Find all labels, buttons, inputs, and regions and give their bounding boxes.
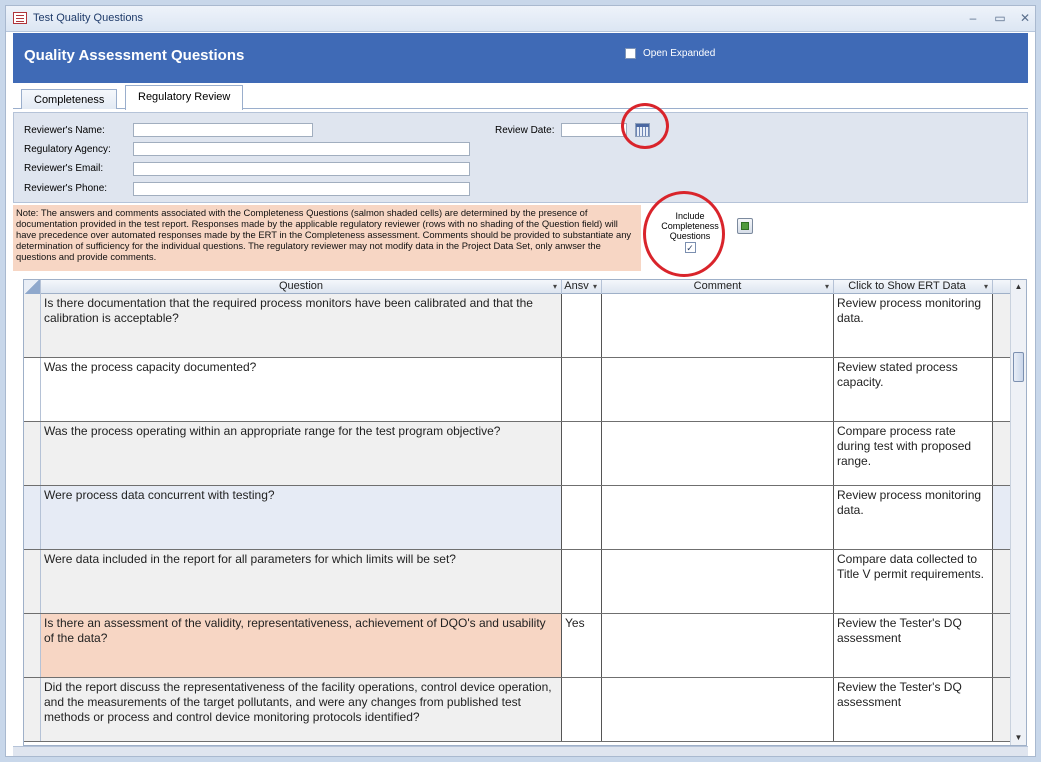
reviewer-phone-label: Reviewer's Phone:: [24, 183, 108, 194]
tab-regulatory-review[interactable]: Regulatory Review: [125, 85, 244, 110]
window-title: Test Quality Questions: [33, 12, 144, 24]
regulatory-agency-label: Regulatory Agency:: [24, 144, 111, 155]
ert-data-cell[interactable]: Review process monitoring data.: [834, 294, 993, 357]
question-cell[interactable]: Is there an assessment of the validity, …: [41, 614, 562, 677]
scroll-up-icon[interactable]: ▲: [1011, 280, 1026, 294]
open-expanded-toggle[interactable]: Open Expanded: [625, 48, 715, 59]
question-cell[interactable]: Was the process capacity documented?: [41, 358, 562, 421]
question-cell[interactable]: Was the process operating within an appr…: [41, 422, 562, 485]
status-bar: [13, 746, 1028, 756]
column-header-question-label: Question: [278, 280, 324, 292]
vertical-scrollbar[interactable]: ▲ ▼: [1010, 280, 1026, 745]
review-date-label: Review Date:: [495, 125, 555, 136]
scroll-down-icon[interactable]: ▼: [1011, 731, 1026, 745]
open-expanded-label: Open Expanded: [643, 48, 716, 59]
comment-cell[interactable]: [602, 678, 834, 741]
answer-cell[interactable]: [562, 486, 602, 549]
row-selector[interactable]: [24, 294, 41, 357]
table-row[interactable]: Is there an assessment of the validity, …: [24, 614, 1011, 678]
answer-cell[interactable]: [562, 422, 602, 485]
question-cell[interactable]: Were process data concurrent with testin…: [41, 486, 562, 549]
refresh-button[interactable]: [737, 218, 753, 234]
table-row[interactable]: Were process data concurrent with testin…: [24, 486, 1011, 550]
chevron-down-icon[interactable]: ▾: [593, 280, 597, 293]
table-row[interactable]: Is there documentation that the required…: [24, 294, 1011, 358]
ert-data-cell[interactable]: Review process monitoring data.: [834, 486, 993, 549]
answer-cell[interactable]: Yes: [562, 614, 602, 677]
maximize-icon[interactable]: ▭: [993, 11, 1007, 25]
review-date-field[interactable]: [561, 123, 627, 137]
column-header-comment-label: Comment: [693, 280, 742, 292]
answer-cell[interactable]: [562, 294, 602, 357]
row-selector[interactable]: [24, 422, 41, 485]
ert-data-cell[interactable]: Compare data collected to Title V permit…: [834, 550, 993, 613]
form-header: Quality Assessment Questions Open Expand…: [13, 33, 1028, 83]
scrollbar-thumb[interactable]: [1013, 352, 1024, 382]
select-all-corner[interactable]: [24, 280, 41, 294]
reviewer-email-label: Reviewer's Email:: [24, 163, 104, 174]
chevron-down-icon[interactable]: ▾: [553, 280, 557, 293]
ert-data-cell[interactable]: Review the Tester's DQ assessment: [834, 678, 993, 741]
form-icon: [13, 12, 27, 24]
annotation-circle-calendar: [621, 103, 669, 149]
tab-completeness[interactable]: Completeness: [21, 89, 118, 109]
regulatory-agency-field[interactable]: [133, 142, 470, 156]
question-cell[interactable]: Did the report discuss the representativ…: [41, 678, 562, 741]
ert-data-cell[interactable]: Review stated process capacity.: [834, 358, 993, 421]
reviewer-phone-field[interactable]: [133, 182, 470, 196]
column-header-answer[interactable]: Ansv ▾: [562, 280, 602, 294]
table-row[interactable]: Was the process operating within an appr…: [24, 422, 1011, 486]
reviewer-name-field[interactable]: [133, 123, 313, 137]
row-selector[interactable]: [24, 550, 41, 613]
comment-cell[interactable]: [602, 294, 834, 357]
row-selector[interactable]: [24, 678, 41, 741]
minimize-icon[interactable]: –: [966, 11, 980, 25]
chevron-down-icon[interactable]: ▾: [825, 280, 829, 293]
application-window: Test Quality Questions – ▭ ✕ Quality Ass…: [5, 5, 1036, 757]
ert-data-cell[interactable]: Compare process rate during test with pr…: [834, 422, 993, 485]
table-row[interactable]: Were data included in the report for all…: [24, 550, 1011, 614]
question-cell[interactable]: Were data included in the report for all…: [41, 550, 562, 613]
column-header-question[interactable]: Question ▾: [41, 280, 562, 294]
refresh-icon: [741, 222, 749, 230]
answer-cell[interactable]: [562, 678, 602, 741]
tab-strip: Completeness Regulatory Review: [13, 85, 1028, 110]
comment-cell[interactable]: [602, 486, 834, 549]
comment-cell[interactable]: [602, 614, 834, 677]
comment-cell[interactable]: [602, 550, 834, 613]
column-header-answer-label: Ansv: [564, 280, 589, 292]
column-header-ert-data[interactable]: Click to Show ERT Data ▾: [834, 280, 993, 294]
reviewer-name-label: Reviewer's Name:: [24, 125, 105, 136]
answer-cell[interactable]: [562, 358, 602, 421]
questions-datasheet: Question ▾ Ansv ▾ Comment ▾ Click to Sho…: [23, 279, 1027, 746]
row-selector[interactable]: [24, 486, 41, 549]
chevron-down-icon[interactable]: ▾: [984, 280, 988, 293]
comment-cell[interactable]: [602, 358, 834, 421]
answer-cell[interactable]: [562, 550, 602, 613]
table-row[interactable]: Was the process capacity documented? Revi…: [24, 358, 1011, 422]
comment-cell[interactable]: [602, 422, 834, 485]
column-header-ert-data-label: Click to Show ERT Data: [848, 280, 966, 292]
completeness-note: Note: The answers and comments associate…: [13, 205, 641, 271]
open-expanded-checkbox[interactable]: [625, 48, 636, 59]
row-selector[interactable]: [24, 358, 41, 421]
table-row[interactable]: Did the report discuss the representativ…: [24, 678, 1011, 742]
reviewer-info-panel: Reviewer's Name: Regulatory Agency: Revi…: [13, 112, 1028, 203]
row-selector[interactable]: [24, 614, 41, 677]
column-header-comment[interactable]: Comment ▾: [602, 280, 834, 294]
title-bar: Test Quality Questions – ▭ ✕: [6, 6, 1035, 32]
datasheet-header: Question ▾ Ansv ▾ Comment ▾ Click to Sho…: [24, 280, 1011, 294]
ert-data-cell[interactable]: Review the Tester's DQ assessment: [834, 614, 993, 677]
annotation-circle-include: [643, 191, 725, 277]
close-icon[interactable]: ✕: [1018, 11, 1032, 25]
reviewer-email-field[interactable]: [133, 162, 470, 176]
question-cell[interactable]: Is there documentation that the required…: [41, 294, 562, 357]
page-title: Quality Assessment Questions: [24, 47, 245, 64]
